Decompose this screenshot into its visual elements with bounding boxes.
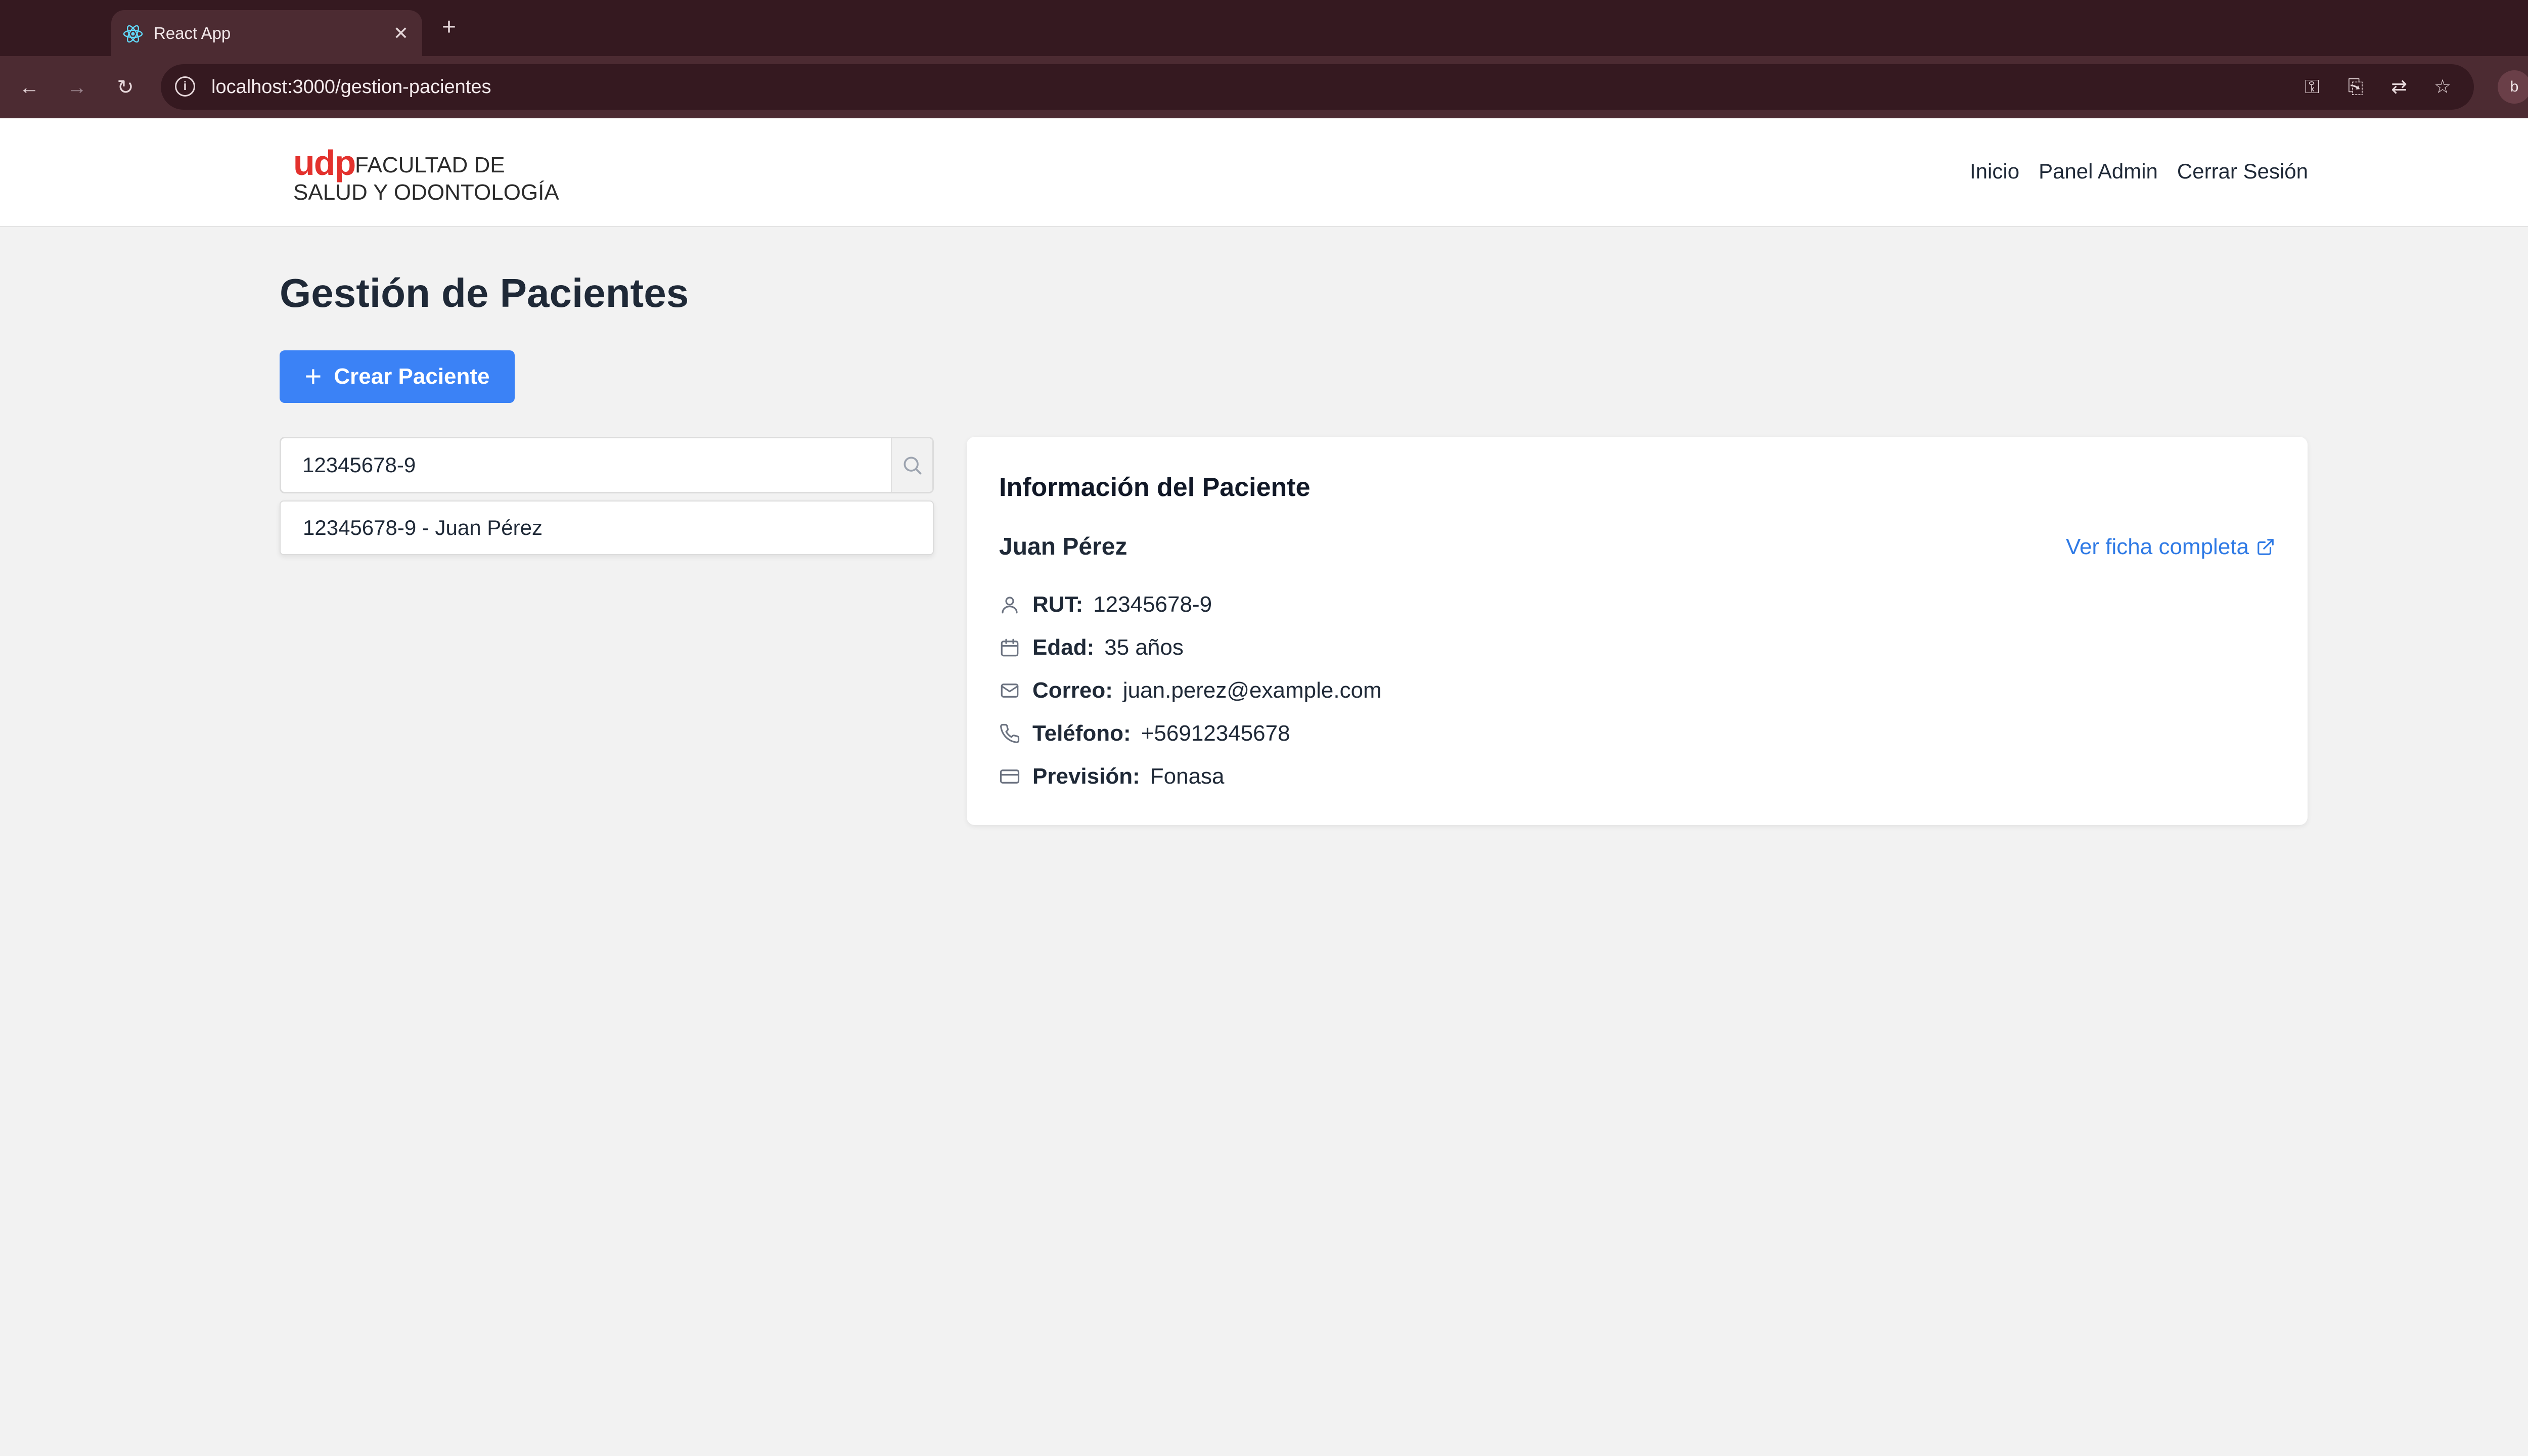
create-patient-label: Crear Paciente [334, 364, 490, 389]
install-app-icon[interactable]: ⎘ [2343, 74, 2368, 100]
patient-insurance-row: Previsión: Fonasa [999, 762, 1225, 791]
search-button[interactable] [891, 438, 932, 492]
patient-phone-row: Teléfono: +56912345678 [999, 719, 1290, 748]
patient-email-row: Correo: juan.perez@example.com [999, 676, 1382, 705]
patient-phone-label: Teléfono: [1032, 721, 1131, 746]
react-logo-icon [123, 25, 143, 43]
address-bar[interactable]: i localhost:3000/gestion-pacientes ⚿ ⎘ ⇄… [161, 64, 2474, 110]
back-arrow-icon[interactable]: ← [13, 71, 46, 104]
patient-insurance-value: Fonasa [1150, 764, 1225, 789]
patient-name: Juan Pérez [999, 533, 1127, 560]
phone-icon [1000, 723, 1020, 743]
top-navigation: Inicio Panel Admin Cerrar Sesión [1951, 158, 2308, 185]
credit-card-icon [1000, 769, 1020, 784]
close-tab-icon[interactable]: ✕ [389, 21, 413, 46]
patient-age-value: 35 años [1104, 635, 1184, 660]
app-header: udp FACULTAD DE SALUD Y ODONTOLOGÍA Inic… [0, 118, 2528, 227]
patient-rut-label: RUT: [1032, 592, 1084, 617]
calendar-icon [1001, 639, 1019, 657]
password-key-icon[interactable]: ⚿ [2299, 74, 2325, 100]
patient-rut-value: 12345678-9 [1093, 592, 1212, 617]
nav-cerrar-sesion-link[interactable]: Cerrar Sesión [2177, 158, 2308, 185]
plus-icon: + [304, 360, 322, 393]
external-link-icon [2258, 539, 2274, 555]
create-patient-button[interactable]: + Crear Paciente [280, 350, 515, 403]
view-full-record-label: Ver ficha completa [2066, 534, 2249, 559]
new-tab-button[interactable]: + [436, 14, 462, 40]
logo-udp-text: udp [293, 143, 356, 183]
reload-icon[interactable]: ↻ [109, 71, 142, 104]
patient-search-box [280, 437, 934, 493]
patient-search-input[interactable] [281, 438, 888, 492]
mail-icon [1001, 684, 1019, 698]
patient-age-row: Edad: 35 años [999, 633, 1184, 662]
nav-inicio-link[interactable]: Inicio [1970, 158, 2019, 185]
site-info-icon[interactable]: i [175, 76, 195, 97]
search-icon [904, 457, 922, 475]
nav-panel-admin-link[interactable]: Panel Admin [2039, 158, 2158, 185]
bookmark-star-icon[interactable]: ☆ [2430, 74, 2455, 100]
patient-age-label: Edad: [1032, 635, 1095, 660]
search-suggestion-item[interactable]: 12345678-9 - Juan Pérez [280, 500, 934, 555]
browser-tab[interactable]: React App ✕ [111, 10, 422, 56]
patient-info-card: Información del Paciente Juan Pérez Ver … [967, 437, 2308, 825]
page-title: Gestión de Pacientes [280, 270, 689, 315]
patient-info-title: Información del Paciente [999, 473, 1311, 502]
patient-email-value: juan.perez@example.com [1122, 678, 1382, 703]
patient-insurance-label: Previsión: [1032, 764, 1140, 789]
patient-rut-row: RUT: 12345678-9 [999, 590, 1212, 619]
address-url[interactable]: localhost:3000/gestion-pacientes [211, 64, 491, 110]
logo-faculty-line1: FACULTAD DE [355, 153, 505, 177]
logo-faculty-line2: SALUD Y ODONTOLOGÍA [293, 180, 559, 205]
browser-tab-title: React App [154, 24, 231, 42]
forward-arrow-icon[interactable]: → [61, 71, 93, 104]
browser-toolbar: ← → ↻ i localhost:3000/gestion-pacientes… [0, 56, 2528, 118]
translate-icon[interactable]: ⇄ [2386, 74, 2412, 100]
patient-email-label: Correo: [1032, 678, 1113, 703]
user-icon [1002, 597, 1018, 614]
view-full-record-link[interactable]: Ver ficha completa [2066, 533, 2275, 561]
udp-logo[interactable]: udp FACULTAD DE SALUD Y ODONTOLOGÍA [293, 143, 576, 205]
browser-tab-bar: React App ✕ + ⌄ [0, 0, 2528, 56]
patient-phone-value: +56912345678 [1141, 721, 1290, 746]
profile-avatar[interactable]: b [2498, 70, 2528, 104]
